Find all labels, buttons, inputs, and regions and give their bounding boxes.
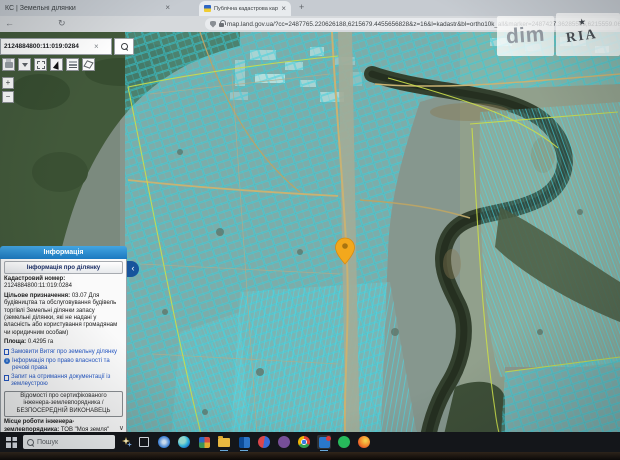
parcel-info-panel: Інформація Інформація про ділянку Кадаст… bbox=[0, 246, 127, 433]
panel-header[interactable]: Інформація bbox=[0, 246, 127, 259]
zoom-out-button[interactable]: − bbox=[2, 91, 14, 103]
documentation-request-link[interactable]: Запит на отримання документації із земле… bbox=[4, 374, 123, 388]
export-button[interactable] bbox=[18, 58, 31, 71]
fullscreen-icon bbox=[37, 61, 45, 69]
zoom-control: + − bbox=[2, 77, 14, 105]
shield-icon[interactable] bbox=[210, 21, 216, 28]
print-icon bbox=[5, 62, 13, 68]
explorer-button[interactable] bbox=[217, 435, 231, 449]
viber-icon bbox=[278, 436, 290, 448]
search-icon bbox=[121, 43, 128, 50]
close-icon[interactable]: × bbox=[281, 5, 286, 13]
star-icon: ★ bbox=[577, 16, 587, 28]
cadastral-number-label: Кадастровий номер: bbox=[4, 276, 65, 282]
layers-icon bbox=[69, 61, 77, 68]
clear-search-icon[interactable]: × bbox=[94, 42, 99, 51]
certified-engineer-button[interactable]: Відомості про сертифікованого інженера-з… bbox=[4, 391, 123, 418]
task-view-icon bbox=[139, 437, 149, 447]
link-label: Інформація про право власності та речові… bbox=[12, 358, 123, 372]
watermark-dim-text: dim bbox=[505, 23, 545, 50]
mail-button[interactable] bbox=[317, 435, 331, 449]
cadastral-number-field: Кадастровий номер: 2124884800:11:019:028… bbox=[4, 276, 123, 291]
photos-icon bbox=[199, 437, 210, 448]
outlook-icon bbox=[239, 437, 250, 448]
fullscreen-button[interactable] bbox=[34, 58, 47, 71]
engineer-workplace-field: Місце роботи інженера-землевпорядника: Т… bbox=[4, 419, 123, 433]
info-icon: i bbox=[4, 358, 10, 364]
whatsapp-button[interactable] bbox=[337, 435, 351, 449]
select-button[interactable] bbox=[50, 58, 63, 71]
browser-tab-strip: КС | Земельні ділянки × Публічна кадастр… bbox=[0, 0, 620, 16]
order-extract-link[interactable]: Замовити Витяг про земельну ділянку bbox=[4, 349, 123, 356]
purpose-label: Цільове призначення: bbox=[4, 293, 70, 299]
start-button[interactable] bbox=[6, 437, 17, 448]
tab-cadastral-map[interactable]: Публічна кадастрова карта Ук × bbox=[199, 1, 291, 16]
scroll-down-icon[interactable]: ∨ bbox=[119, 425, 124, 432]
ownership-info-link[interactable]: i Інформація про право власності та речо… bbox=[4, 358, 123, 372]
download-icon bbox=[22, 63, 28, 70]
people-app-icon bbox=[258, 436, 270, 448]
photographed-laptop-screen: КС | Земельні ділянки × Публічна кадастр… bbox=[0, 0, 620, 460]
chrome-icon bbox=[298, 436, 310, 448]
reload-icon[interactable]: ↻ bbox=[58, 18, 66, 29]
windows-taskbar: Пошук bbox=[0, 432, 620, 452]
taskbar-icons bbox=[137, 435, 371, 449]
zoom-in-button[interactable]: + bbox=[2, 77, 14, 89]
tab-title: Публічна кадастрова карта Ук bbox=[214, 6, 278, 12]
viber-button[interactable] bbox=[277, 435, 291, 449]
parcel-info-section-button[interactable]: Інформація про ділянку bbox=[4, 261, 123, 274]
glare-sparkle bbox=[120, 436, 132, 448]
outlook-button[interactable] bbox=[237, 435, 251, 449]
measure-icon bbox=[83, 60, 93, 68]
search-icon bbox=[27, 439, 34, 446]
panel-body: Інформація про ділянку Кадастровий номер… bbox=[0, 259, 127, 433]
laptop-bezel bbox=[0, 452, 620, 460]
mail-badge-icon bbox=[319, 437, 330, 448]
firefox-button[interactable] bbox=[357, 435, 371, 449]
cortana-icon bbox=[158, 436, 170, 448]
folder-icon bbox=[218, 438, 230, 447]
edge-icon bbox=[178, 436, 190, 448]
purpose-value: 03.07 Для будівництва та обслуговування … bbox=[4, 293, 117, 336]
new-tab-button[interactable]: + bbox=[299, 3, 304, 12]
cursor-icon bbox=[52, 60, 60, 69]
taskbar-search[interactable]: Пошук bbox=[23, 435, 115, 449]
people-app-button[interactable] bbox=[257, 435, 271, 449]
area-field: Площа: 0.4295 га bbox=[4, 339, 123, 346]
edge-button[interactable] bbox=[177, 435, 191, 449]
purpose-field: Цільове призначення: 03.07 Для будівницт… bbox=[4, 293, 123, 337]
cadastral-number-value: 2124884800:11:019:0284 bbox=[4, 283, 72, 289]
cadastral-search-box: × bbox=[0, 38, 112, 55]
document-icon bbox=[4, 375, 9, 381]
task-view-button[interactable] bbox=[137, 435, 151, 449]
watermark-dim: dim bbox=[497, 16, 554, 56]
link-label: Замовити Витяг про земельну ділянку bbox=[11, 349, 117, 356]
taskbar-search-placeholder: Пошук bbox=[37, 439, 58, 446]
link-label: Запит на отримання документації із земле… bbox=[11, 374, 123, 388]
back-icon[interactable]: ← bbox=[5, 18, 14, 28]
tab-land-plots[interactable]: КС | Земельні ділянки × bbox=[0, 0, 175, 16]
cadastral-map-favicon bbox=[204, 5, 211, 12]
area-label: Площа: bbox=[4, 339, 26, 345]
photos-button[interactable] bbox=[197, 435, 211, 449]
cortana-button[interactable] bbox=[157, 435, 171, 449]
cadastral-search-input[interactable] bbox=[1, 43, 93, 50]
area-value: 0.4295 га bbox=[28, 339, 53, 345]
firefox-icon bbox=[358, 436, 370, 448]
print-button[interactable] bbox=[2, 58, 15, 71]
watermark-ria-text: RIA bbox=[565, 27, 599, 47]
chrome-button[interactable] bbox=[297, 435, 311, 449]
map-toolbar bbox=[2, 58, 95, 71]
whatsapp-icon bbox=[338, 436, 350, 448]
close-icon[interactable]: × bbox=[165, 4, 170, 12]
search-button[interactable] bbox=[114, 38, 134, 55]
document-icon bbox=[4, 349, 9, 355]
measure-button[interactable] bbox=[82, 58, 95, 71]
lock-icon[interactable] bbox=[219, 23, 224, 27]
tab-title: КС | Земельні ділянки bbox=[5, 5, 162, 12]
layers-button[interactable] bbox=[66, 58, 79, 71]
watermark-ria: ★ RIA bbox=[556, 13, 620, 56]
